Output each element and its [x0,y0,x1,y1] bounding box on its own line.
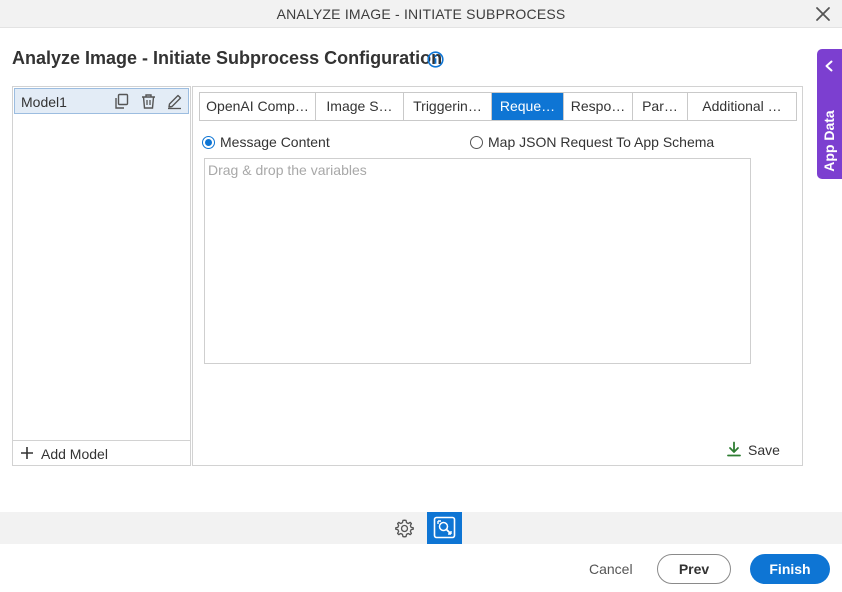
image-analysis-view-button[interactable] [427,512,462,544]
save-label: Save [748,442,780,458]
add-model-label: Add Model [41,446,108,462]
info-icon[interactable] [427,51,444,68]
page-title: Analyze Image - Initiate Subprocess Conf… [12,48,443,68]
cancel-button[interactable]: Cancel [589,561,633,577]
model-name: Model1 [21,94,67,110]
tab-image-source[interactable]: Image S… [316,93,404,120]
drop-placeholder: Drag & drop the variables [208,162,367,178]
add-model-button[interactable]: Add Model [13,440,190,465]
app-data-tab[interactable]: App Data [817,49,842,179]
model-list-panel: Model1 Add Model [12,86,191,466]
app-data-label: App Data [821,110,837,172]
finish-button[interactable]: Finish [750,554,830,584]
tab-openai-component[interactable]: OpenAI Comp… [200,93,316,120]
radio-message-content[interactable]: Message Content [202,134,330,150]
prev-button[interactable]: Prev [657,554,731,584]
footer-toolbar [0,512,842,544]
copy-icon[interactable] [113,93,130,110]
window-titlebar: ANALYZE IMAGE - INITIATE SUBPROCESS [0,0,842,28]
radio-map-json-request[interactable]: Map JSON Request To App Schema [470,134,714,150]
tab-request[interactable]: Reque… [492,93,564,120]
radio-button[interactable] [470,136,483,149]
close-icon[interactable] [814,5,832,23]
radio-message-content-label: Message Content [220,134,330,150]
plus-icon [21,447,33,459]
tab-strip: OpenAI Comp… Image S… Triggerin… Reque… … [199,92,797,121]
gear-icon[interactable] [394,518,415,539]
tab-additional[interactable]: Additional … [688,93,796,120]
tab-triggering[interactable]: Triggerin… [404,93,492,120]
save-button[interactable]: Save [726,441,780,458]
download-icon [727,441,741,457]
radio-button-selected[interactable] [202,136,215,149]
chevron-left-icon [825,60,833,72]
tab-response[interactable]: Respo… [564,93,633,120]
window-title: ANALYZE IMAGE - INITIATE SUBPROCESS [276,6,566,22]
model-item[interactable]: Model1 [14,88,189,114]
configuration-panel: OpenAI Comp… Image S… Triggerin… Reque… … [192,86,803,466]
tab-parameters[interactable]: Par… [633,93,688,120]
edit-icon[interactable] [166,93,183,110]
delete-icon[interactable] [140,93,157,110]
radio-map-json-label: Map JSON Request To App Schema [488,134,715,150]
image-search-icon [433,516,456,539]
variables-drop-area[interactable]: Drag & drop the variables [204,158,751,364]
